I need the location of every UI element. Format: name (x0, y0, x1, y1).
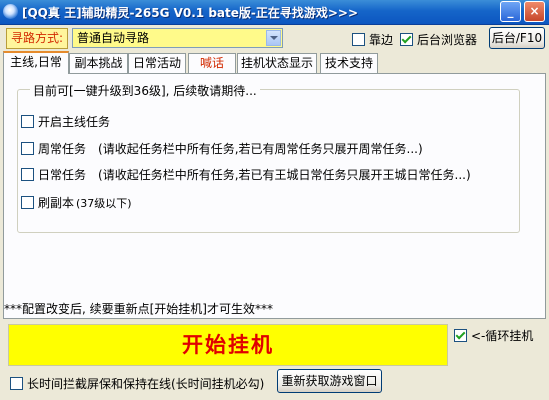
pathfinding-value: 普通自动寻路 (77, 31, 150, 45)
anti-lock-checkbox[interactable]: 长时间拦截屏保和保持在线(长时间挂机必勾) (10, 375, 264, 392)
background-browser-checkbox[interactable]: 后台浏览器 (400, 31, 477, 48)
dungeon-checkbox[interactable] (21, 196, 34, 209)
loop-checkbox-label: <-循环挂机 (471, 329, 534, 343)
app-window: [QQ真 王]辅助精灵-265G V0.1 bate版-正在寻找游戏>>> _ … (0, 0, 549, 400)
daily-task-desc: (请收起任务栏中所有任务,若已有王城日常任务只展开王城日常任务...) (98, 168, 471, 182)
loop-checkbox-box[interactable] (454, 329, 467, 342)
reacquire-window-button[interactable]: 重新获取游戏窗口 (277, 369, 382, 393)
group-title: 目前可[一键升级到36级], 后续敬请期待... (30, 82, 260, 99)
start-button[interactable]: 开始挂机 (8, 324, 448, 366)
chevron-down-icon[interactable] (266, 30, 281, 46)
tab-status[interactable]: 挂机状态显示 (237, 53, 317, 73)
anti-lock-checkbox-box[interactable] (10, 377, 23, 390)
dungeon-desc: (37级以下) (76, 196, 132, 210)
daily-task-label: 日常任务 (38, 168, 87, 182)
app-globe-icon (3, 4, 18, 19)
minimize-button[interactable]: _ (500, 1, 521, 22)
main-quest-checkbox[interactable] (21, 115, 34, 128)
main-quest-option[interactable]: 开启主线任务 (21, 113, 110, 130)
close-button[interactable]: × (524, 1, 545, 22)
daily-task-checkbox[interactable] (21, 168, 34, 181)
tab-shout[interactable]: 喊话 (188, 53, 236, 73)
edge-checkbox-box[interactable] (352, 33, 365, 46)
background-browser-checkbox-box[interactable] (400, 33, 413, 46)
anti-lock-label: 长时间拦截屏保和保持在线(长时间挂机必勾) (27, 377, 265, 391)
background-browser-label: 后台浏览器 (417, 33, 478, 47)
weekly-task-checkbox[interactable] (21, 142, 34, 155)
config-note: ***配置改变后, 续要重新点[开始挂机]才可生效*** (4, 302, 273, 316)
weekly-task-desc: (请收起任务栏中所有任务,若已有周常任务只展开周常任务...) (98, 142, 423, 156)
loop-checkbox[interactable]: <-循环挂机 (454, 327, 533, 344)
weekly-task-label: 周常任务 (38, 142, 87, 156)
title-bar[interactable]: [QQ真 王]辅助精灵-265G V0.1 bate版-正在寻找游戏>>> _ … (0, 0, 549, 25)
dungeon-label: 刷副本 (38, 196, 75, 210)
task-group: 目前可[一键升级到36级], 后续敬请期待... 开启主线任务 周常任务 (请收… (17, 82, 520, 233)
pathfinding-label: 寻路方式: (6, 28, 69, 49)
edge-checkbox[interactable]: 靠边 (352, 31, 393, 48)
tab-panel-main-daily: 目前可[一键升级到36级], 后续敬请期待... 开启主线任务 周常任务 (请收… (3, 73, 546, 319)
window-title: [QQ真 王]辅助精灵-265G V0.1 bate版-正在寻找游戏>>> (22, 6, 359, 20)
tab-support[interactable]: 技术支持 (320, 53, 378, 73)
background-button[interactable]: 后台/F10 (489, 27, 545, 49)
dungeon-option[interactable]: 刷副本 (37级以下) (21, 194, 132, 211)
toolbar: 寻路方式: 普通自动寻路 靠边 后台浏览器 后台/F10 (0, 26, 549, 50)
tab-daily-events[interactable]: 日常活动 (128, 53, 186, 73)
tab-dungeon[interactable]: 副本挑战 (69, 53, 128, 73)
main-quest-label: 开启主线任务 (38, 115, 111, 129)
edge-checkbox-label: 靠边 (369, 33, 394, 47)
daily-task-option[interactable]: 日常任务 (请收起任务栏中所有任务,若已有王城日常任务只展开王城日常任务...) (21, 166, 471, 183)
weekly-task-option[interactable]: 周常任务 (请收起任务栏中所有任务,若已有周常任务只展开周常任务...) (21, 140, 423, 157)
tab-main-daily[interactable]: 主线,日常 (3, 51, 69, 74)
pathfinding-select[interactable]: 普通自动寻路 (72, 28, 283, 48)
